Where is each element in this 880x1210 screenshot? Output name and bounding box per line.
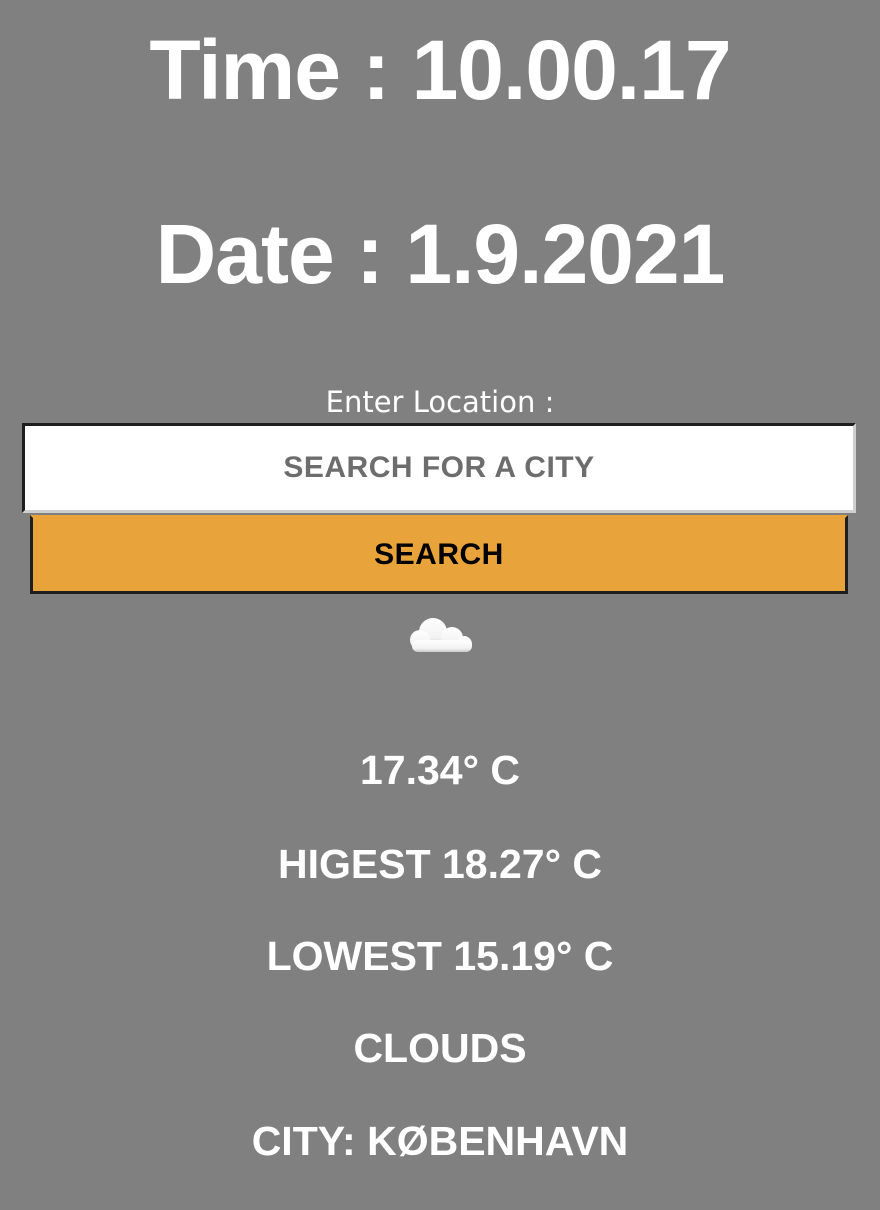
- city-name: CITY: KØBENHAVN: [251, 1118, 629, 1164]
- search-button[interactable]: SEARCH: [30, 515, 848, 594]
- cloud-icon: [410, 618, 472, 652]
- current-temperature: 17.34° C: [360, 747, 520, 793]
- weather-condition: CLOUDS: [353, 1025, 527, 1071]
- lowest-temperature: LOWEST 15.19° C: [266, 933, 614, 979]
- city-search-input[interactable]: [22, 423, 856, 513]
- highest-temperature: HIGEST 18.27° C: [277, 841, 603, 887]
- location-label: Enter Location :: [325, 385, 555, 419]
- time-display: Time : 10.00.17: [149, 23, 731, 117]
- date-display: Date : 1.9.2021: [155, 207, 726, 301]
